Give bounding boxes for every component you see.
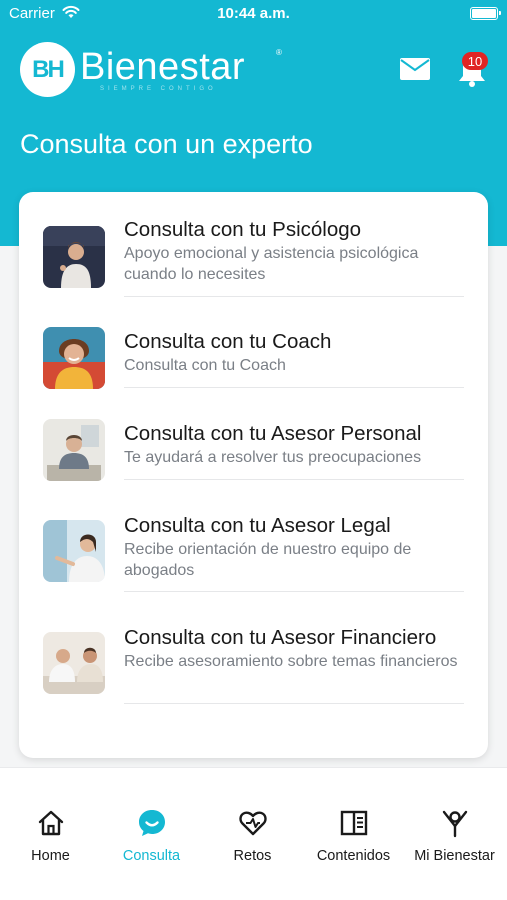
clock: 10:44 a.m. [217, 5, 290, 22]
psicologo-photo [43, 226, 105, 288]
expert-subtitle: Recibe orientación de nuestro equipo de … [124, 541, 412, 579]
battery-icon [470, 7, 501, 20]
mail-icon[interactable] [399, 57, 431, 81]
row-divider [124, 479, 464, 480]
tab-bar: Home Consulta Retos Contenidos Mi Bienes… [0, 767, 507, 900]
expert-subtitle: Apoyo emocional y asistencia psicológica… [124, 245, 419, 283]
expert-subtitle: Te ayudará a resolver tus preocupaciones [124, 449, 422, 466]
home-icon [38, 810, 63, 836]
expert-title: Consulta con tu Asesor Legal [124, 514, 391, 537]
expert-title: Consulta con tu Coach [124, 330, 332, 353]
book-icon [340, 810, 367, 836]
experts-card: Consulta con tu Psicólogo Apoyo emociona… [19, 192, 488, 758]
expert-subtitle: Recibe asesoramiento sobre temas financi… [124, 653, 458, 670]
asesor-personal-photo [43, 419, 105, 481]
row-divider [124, 296, 464, 297]
expert-title: Consulta con tu Asesor Financiero [124, 626, 437, 649]
tab-label: Home [31, 848, 70, 864]
chat-bubble-icon [138, 810, 165, 836]
expert-row-psicologo[interactable]: Consulta con tu Psicólogo Apoyo emociona… [19, 218, 488, 298]
expert-row-asesor-legal[interactable]: Consulta con tu Asesor Legal Recibe orie… [19, 514, 488, 594]
tab-label: Mi Bienestar [414, 848, 495, 864]
expert-row-asesor-financiero[interactable]: Consulta con tu Asesor Financiero Recibe… [19, 626, 488, 706]
row-divider [124, 591, 464, 592]
tab-label: Contenidos [316, 848, 391, 864]
tab-home[interactable]: Home [0, 808, 101, 864]
heart-icon [238, 811, 267, 836]
logo-wordmark: Bienestar [80, 46, 246, 88]
row-divider [124, 387, 464, 388]
tab-contenidos[interactable]: Contenidos [303, 808, 404, 864]
page-title: Consulta con un experto [20, 129, 313, 159]
expert-title: Consulta con tu Psicólogo [124, 218, 362, 241]
person-icon [442, 810, 467, 838]
expert-subtitle: Consulta con tu Coach [124, 357, 286, 374]
expert-title: Consulta con tu Asesor Personal [124, 422, 422, 445]
tab-mi-bienestar[interactable]: Mi Bienestar [404, 808, 505, 864]
coach-photo [43, 327, 105, 389]
expert-row-coach[interactable]: Consulta con tu Coach Consulta con tu Co… [19, 327, 488, 390]
tab-retos[interactable]: Retos [202, 808, 303, 864]
logo-tagline: SIEMPRE CONTIGO [100, 86, 217, 92]
tab-consulta[interactable]: Consulta [101, 808, 202, 864]
status-bar: Carrier 10:44 a.m. [0, 0, 507, 28]
asesor-legal-photo [43, 520, 105, 582]
logo-mark: BH [20, 42, 75, 97]
registered-mark: ® [276, 48, 282, 57]
asesor-financiero-photo [43, 632, 105, 694]
expert-row-asesor-personal[interactable]: Consulta con tu Asesor Personal Te ayuda… [19, 419, 488, 482]
tab-label: Consulta [122, 848, 181, 864]
notification-badge: 10 [462, 52, 488, 70]
tab-label: Retos [233, 848, 272, 864]
row-divider [124, 703, 464, 704]
